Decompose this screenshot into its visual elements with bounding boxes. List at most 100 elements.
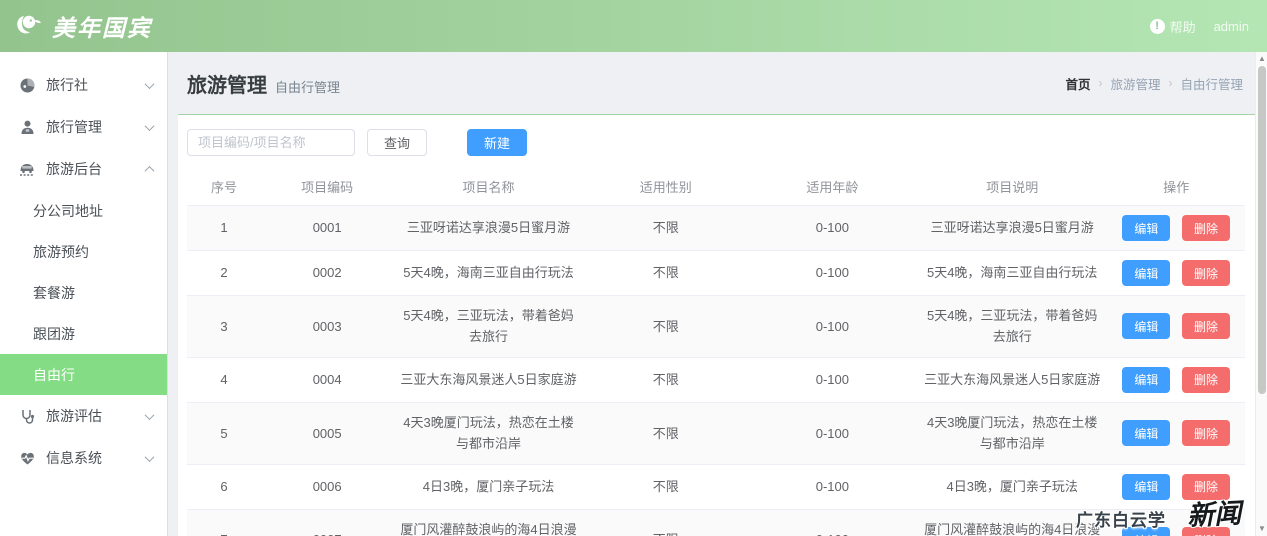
cell-name: 5天4晚，三亚玩法，带着爸妈去旅行 (393, 296, 583, 358)
cell-code: 0003 (261, 296, 393, 358)
breadcrumb-travel-management[interactable]: 旅游管理 (1110, 74, 1160, 93)
cell-no: 3 (187, 296, 261, 358)
query-button[interactable]: 查询 (367, 129, 427, 156)
cell-no: 1 (187, 206, 261, 251)
sidebar-subitem-label: 自由行 (33, 365, 75, 385)
breadcrumb-separator: › (1168, 76, 1172, 90)
edit-button[interactable]: 编辑 (1122, 367, 1170, 393)
sidebar-item-label: 旅行管理 (46, 117, 146, 137)
sidebar-item-info-system[interactable]: 信息系统 (0, 437, 167, 479)
cell-gender: 不限 (584, 206, 748, 251)
sidebar-subitem-free-travel-active[interactable]: 自由行 (0, 354, 167, 395)
cell-actions: 编辑 删除 (1107, 464, 1245, 509)
sidebar-subitem-package-tour[interactable]: 套餐游 (0, 272, 167, 313)
table-row: 1 0001 三亚呀诺达享浪漫5日蜜月游 不限 0-100 三亚呀诺达享浪漫5日… (187, 206, 1245, 251)
cell-code: 0005 (261, 402, 393, 464)
cell-gender: 不限 (584, 509, 748, 536)
cell-name: 4天3晚厦门玩法，热恋在土楼与都市沿岸 (393, 402, 583, 464)
cell-no: 7 (187, 509, 261, 536)
cell-code: 0007 (261, 509, 393, 536)
create-button[interactable]: 新建 (467, 129, 527, 156)
cell-no: 6 (187, 464, 261, 509)
sidebar: 旅行社 旅行管理 旅游后台 分公司地址 旅游预约 套餐游 跟团游 (0, 52, 168, 536)
breadcrumb: 首页 › 旅游管理 › 自由行管理 (1065, 74, 1243, 93)
edit-button[interactable]: 编辑 (1122, 260, 1170, 286)
user-menu[interactable]: admin (1214, 19, 1249, 34)
edit-button[interactable]: 编辑 (1122, 420, 1170, 446)
delete-button[interactable]: 删除 (1182, 474, 1230, 500)
cell-name: 4日3晚，厦门亲子玩法 (393, 464, 583, 509)
vertical-scrollbar: ▲ ▼ (1255, 52, 1267, 536)
chevron-down-icon (145, 452, 155, 462)
cell-gender: 不限 (584, 402, 748, 464)
cell-actions: 编辑 删除 (1107, 296, 1245, 358)
cell-code: 0002 (261, 251, 393, 296)
sidebar-item-label: 信息系统 (46, 448, 146, 468)
delete-button[interactable]: 删除 (1182, 420, 1230, 446)
table-row: 2 0002 5天4晚，海南三亚自由行玩法 不限 0-100 5天4晚，海南三亚… (187, 251, 1245, 296)
page-title: 旅游管理 (187, 75, 267, 97)
sidebar-item-travel-agency[interactable]: 旅行社 (0, 64, 167, 106)
breadcrumb-separator: › (1098, 76, 1102, 90)
cell-code: 0001 (261, 206, 393, 251)
col-header-no: 序号 (187, 170, 261, 206)
cell-name: 三亚大东海风景迷人5日家庭游 (393, 357, 583, 402)
table-header-row: 序号 项目编码 项目名称 适用性别 适用年龄 项目说明 操作 (187, 170, 1245, 206)
cell-actions: 编辑 删除 (1107, 402, 1245, 464)
help-link[interactable]: ! 帮助 (1150, 17, 1196, 36)
pie-chart-icon (18, 76, 36, 94)
sidebar-item-travel-evaluation[interactable]: 旅游评估 (0, 395, 167, 437)
sidebar-item-travel-backend[interactable]: 旅游后台 (0, 148, 167, 190)
scrollbar-thumb[interactable] (1258, 66, 1266, 394)
col-header-gender: 适用性别 (584, 170, 748, 206)
cell-age: 0-100 (748, 296, 917, 358)
delete-button[interactable]: 删除 (1182, 367, 1230, 393)
edit-button[interactable]: 编辑 (1122, 474, 1170, 500)
cell-name: 5天4晚，海南三亚自由行玩法 (393, 251, 583, 296)
cell-desc: 4日3晚，厦门亲子玩法 (917, 464, 1107, 509)
cell-age: 0-100 (748, 509, 917, 536)
cell-age: 0-100 (748, 206, 917, 251)
chevron-down-icon (145, 121, 155, 131)
delete-button[interactable]: 删除 (1182, 260, 1230, 286)
sidebar-subitem-label: 分公司地址 (33, 201, 103, 221)
sidebar-subitem-travel-booking[interactable]: 旅游预约 (0, 231, 167, 272)
breadcrumb-current: 自由行管理 (1180, 74, 1243, 93)
heart-pulse-icon (18, 449, 36, 467)
sidebar-subitem-label: 跟团游 (33, 324, 75, 344)
edit-button[interactable]: 编辑 (1122, 215, 1170, 241)
delete-button[interactable]: 删除 (1182, 527, 1230, 536)
chevron-down-icon (145, 79, 155, 89)
breadcrumb-home[interactable]: 首页 (1065, 74, 1090, 93)
table-row: 5 0005 4天3晚厦门玩法，热恋在土楼与都市沿岸 不限 0-100 4天3晚… (187, 402, 1245, 464)
delete-button[interactable]: 删除 (1182, 215, 1230, 241)
sidebar-item-travel-management[interactable]: 旅行管理 (0, 106, 167, 148)
cell-code: 0004 (261, 357, 393, 402)
projects-table: 序号 项目编码 项目名称 适用性别 适用年龄 项目说明 操作 1 0001 (187, 170, 1245, 536)
cell-age: 0-100 (748, 251, 917, 296)
sidebar-subitem-label: 套餐游 (33, 283, 75, 303)
delete-button[interactable]: 删除 (1182, 313, 1230, 339)
col-header-desc: 项目说明 (917, 170, 1107, 206)
cell-age: 0-100 (748, 402, 917, 464)
cell-name: 厦门风灌醉鼓浪屿的海4日浪漫游 (393, 509, 583, 536)
content-area: 旅游管理 自由行管理 首页 › 旅游管理 › 自由行管理 查询 新建 (168, 52, 1267, 536)
col-header-age: 适用年龄 (748, 170, 917, 206)
cell-desc: 4天3晚厦门玩法，热恋在土楼与都市沿岸 (917, 402, 1107, 464)
sidebar-subitem-group-tour[interactable]: 跟团游 (0, 313, 167, 354)
cell-no: 5 (187, 402, 261, 464)
search-input[interactable] (187, 129, 355, 156)
help-icon: ! (1150, 19, 1165, 34)
sidebar-subitem-branch-address[interactable]: 分公司地址 (0, 190, 167, 231)
cell-name: 三亚呀诺达享浪漫5日蜜月游 (393, 206, 583, 251)
scroll-up-arrow-icon[interactable]: ▲ (1256, 53, 1267, 65)
chevron-down-icon (145, 410, 155, 420)
toolbar: 查询 新建 (187, 129, 1245, 156)
brand-title: 美年国宾 (52, 9, 152, 43)
bus-icon (18, 160, 36, 178)
scroll-down-arrow-icon[interactable]: ▼ (1256, 523, 1267, 535)
edit-button[interactable]: 编辑 (1122, 527, 1170, 536)
edit-button[interactable]: 编辑 (1122, 313, 1170, 339)
cell-age: 0-100 (748, 357, 917, 402)
user-icon (18, 118, 36, 136)
